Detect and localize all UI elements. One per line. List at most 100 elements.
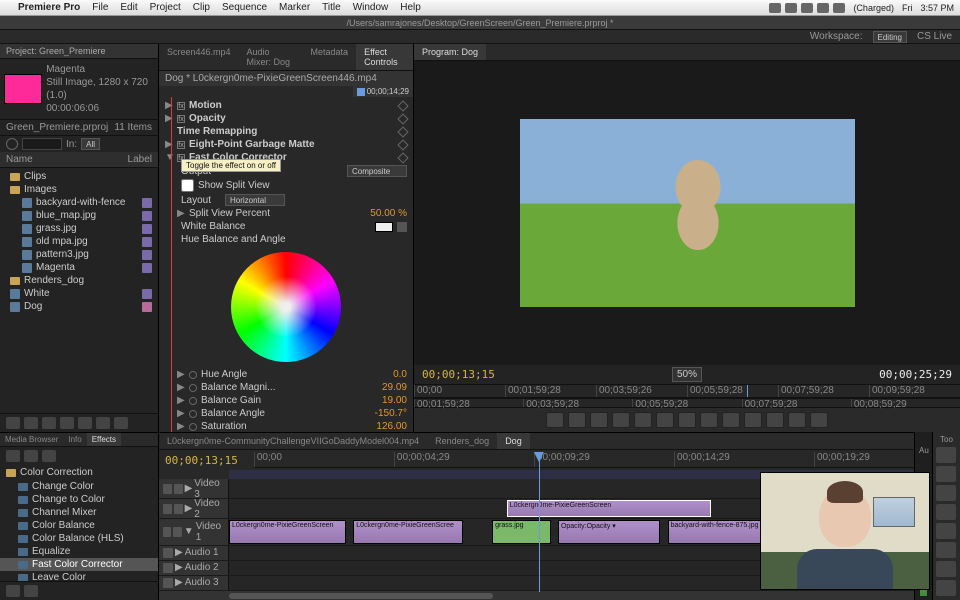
effect-item[interactable]: Change Color — [0, 480, 158, 493]
trash-icon[interactable] — [114, 417, 128, 429]
tl-tab-2[interactable]: Dog — [497, 433, 530, 449]
ec-group[interactable]: ▶fxMotion — [159, 99, 413, 112]
tab-info[interactable]: Info — [63, 433, 86, 446]
track-head-a3[interactable]: ▶Audio 3 — [159, 576, 229, 590]
track-head-v1[interactable]: ▼Video 1 — [159, 519, 229, 544]
trash-button[interactable] — [810, 412, 828, 428]
tl-tab-0[interactable]: L0ckergn0me-CommunityChallengeVIIGoDaddy… — [159, 433, 427, 449]
output-dropdown[interactable]: Composite — [347, 165, 407, 177]
menu-file[interactable]: File — [92, 2, 108, 13]
tree-item[interactable]: Images — [0, 183, 158, 196]
step-back-button[interactable] — [612, 412, 630, 428]
automate-icon[interactable] — [42, 417, 56, 429]
tree-item[interactable]: blue_map.jpg — [0, 209, 158, 222]
hand-tool-icon[interactable] — [936, 561, 956, 577]
search-icon[interactable] — [6, 138, 18, 150]
ec-group[interactable]: Time Remapping — [159, 125, 413, 138]
clip[interactable]: L0ckergn0me-PixieGreenScreen — [507, 500, 712, 517]
ec-param[interactable]: ▶Hue Angle0.0 — [159, 368, 413, 381]
program-ruler[interactable]: 00;0000;01;59;2800;03;59;2600;05;59;2800… — [414, 384, 960, 398]
timeline-playhead[interactable] — [539, 452, 540, 592]
effect-item[interactable]: Equalize — [0, 545, 158, 558]
menu-clip[interactable]: Clip — [193, 2, 210, 13]
lift-button[interactable] — [766, 412, 784, 428]
goto-in-button[interactable] — [590, 412, 608, 428]
safe-margins-button[interactable] — [722, 412, 740, 428]
new-item-icon[interactable] — [96, 417, 110, 429]
play-button[interactable] — [634, 412, 652, 428]
ripple-tool-icon[interactable] — [936, 485, 956, 501]
split-pct-value[interactable]: 50.00 % — [370, 208, 407, 219]
mark-in-button[interactable] — [546, 412, 564, 428]
list-view-icon[interactable] — [6, 417, 20, 429]
tree-item[interactable]: White — [0, 287, 158, 300]
menu-project[interactable]: Project — [150, 2, 181, 13]
tree-item[interactable]: old mpa.jpg — [0, 235, 158, 248]
eyedropper-icon[interactable] — [397, 222, 407, 232]
cs-live[interactable]: CS Live — [917, 31, 952, 42]
ec-group[interactable]: ▶fxOpacity — [159, 112, 413, 125]
fx-trash-icon[interactable] — [24, 585, 38, 597]
tree-item[interactable]: Dog — [0, 300, 158, 313]
menu-window[interactable]: Window — [353, 2, 389, 13]
program-playhead[interactable] — [747, 385, 748, 397]
tab-source[interactable]: Screen446.mp4 — [159, 44, 239, 70]
tree-item[interactable]: Clips — [0, 170, 158, 183]
razor-tool-icon[interactable] — [936, 504, 956, 520]
icon-view-icon[interactable] — [24, 417, 38, 429]
tree-item[interactable]: grass.jpg — [0, 222, 158, 235]
mark-out-button[interactable] — [568, 412, 586, 428]
color-wheel[interactable] — [231, 252, 341, 362]
effect-item[interactable]: Change to Color — [0, 493, 158, 506]
ec-group[interactable]: ▶fxEight-Point Garbage Matte — [159, 138, 413, 151]
export-frame-button[interactable] — [744, 412, 762, 428]
effect-item[interactable]: Leave Color — [0, 571, 158, 581]
effect-item[interactable]: Color Balance — [0, 519, 158, 532]
zoom-tool-icon[interactable] — [936, 580, 956, 596]
menu-edit[interactable]: Edit — [120, 2, 137, 13]
workspace-select[interactable]: Editing — [873, 31, 907, 43]
menu-title[interactable]: Title — [322, 2, 341, 13]
effect-item[interactable]: Color Balance (HLS) — [0, 532, 158, 545]
new-bin-icon[interactable] — [6, 585, 20, 597]
track-head-v3[interactable]: ▶Video 3 — [159, 479, 229, 498]
track-select-tool-icon[interactable] — [936, 466, 956, 482]
tree-item[interactable]: backyard-with-fence — [0, 196, 158, 209]
col-label-header[interactable]: Label — [128, 154, 152, 165]
effect-item[interactable]: Fast Color Corrector — [0, 558, 158, 571]
fx-yuv-icon[interactable] — [42, 450, 56, 462]
effect-item[interactable]: Channel Mixer — [0, 506, 158, 519]
clip[interactable]: L0ckergn0me-PixieGreenScree — [353, 520, 463, 543]
track-head-a2[interactable]: ▶Audio 2 — [159, 561, 229, 575]
ec-param[interactable]: ▶Saturation126.00 — [159, 420, 413, 432]
slip-tool-icon[interactable] — [936, 523, 956, 539]
ec-param[interactable]: ▶Balance Angle-150.7° — [159, 407, 413, 420]
track-head-v2[interactable]: ▶Video 2 — [159, 499, 229, 518]
goto-out-button[interactable] — [678, 412, 696, 428]
loop-button[interactable] — [700, 412, 718, 428]
fx-search-icon[interactable] — [6, 450, 20, 462]
clip[interactable]: grass.jpg — [492, 520, 550, 543]
timeline-tc[interactable]: 00;00;13;15 — [165, 454, 238, 467]
tree-item[interactable]: Renders_dog — [0, 274, 158, 287]
fx-32-icon[interactable] — [24, 450, 38, 462]
program-monitor[interactable] — [414, 61, 960, 365]
in-filter[interactable]: All — [81, 138, 100, 150]
split-view-checkbox[interactable] — [181, 179, 194, 192]
program-scrub-bar[interactable]: 00;01;59;2800;03;59;2800;05;59;2800;07;5… — [414, 398, 960, 408]
pen-tool-icon[interactable] — [936, 542, 956, 558]
find-icon[interactable] — [60, 417, 74, 429]
app-name[interactable]: Premiere Pro — [18, 2, 80, 13]
timeline-zoom-bar[interactable] — [159, 591, 960, 600]
ec-param[interactable]: ▶Balance Magni...29.09 — [159, 381, 413, 394]
ec-param[interactable]: ▶Balance Gain19.00 — [159, 394, 413, 407]
menu-sequence[interactable]: Sequence — [222, 2, 267, 13]
tl-tab-1[interactable]: Renders_dog — [427, 433, 497, 449]
ec-playhead[interactable] — [171, 97, 172, 432]
clip[interactable]: L0ckergn0me-PixieGreenScreen — [229, 520, 346, 543]
white-balance-swatch[interactable] — [375, 222, 393, 232]
project-search-input[interactable] — [22, 138, 62, 150]
tab-effects[interactable]: Effects — [87, 433, 121, 446]
menu-help[interactable]: Help — [400, 2, 421, 13]
clip[interactable]: Opacity:Opacity ▾ — [558, 520, 660, 543]
